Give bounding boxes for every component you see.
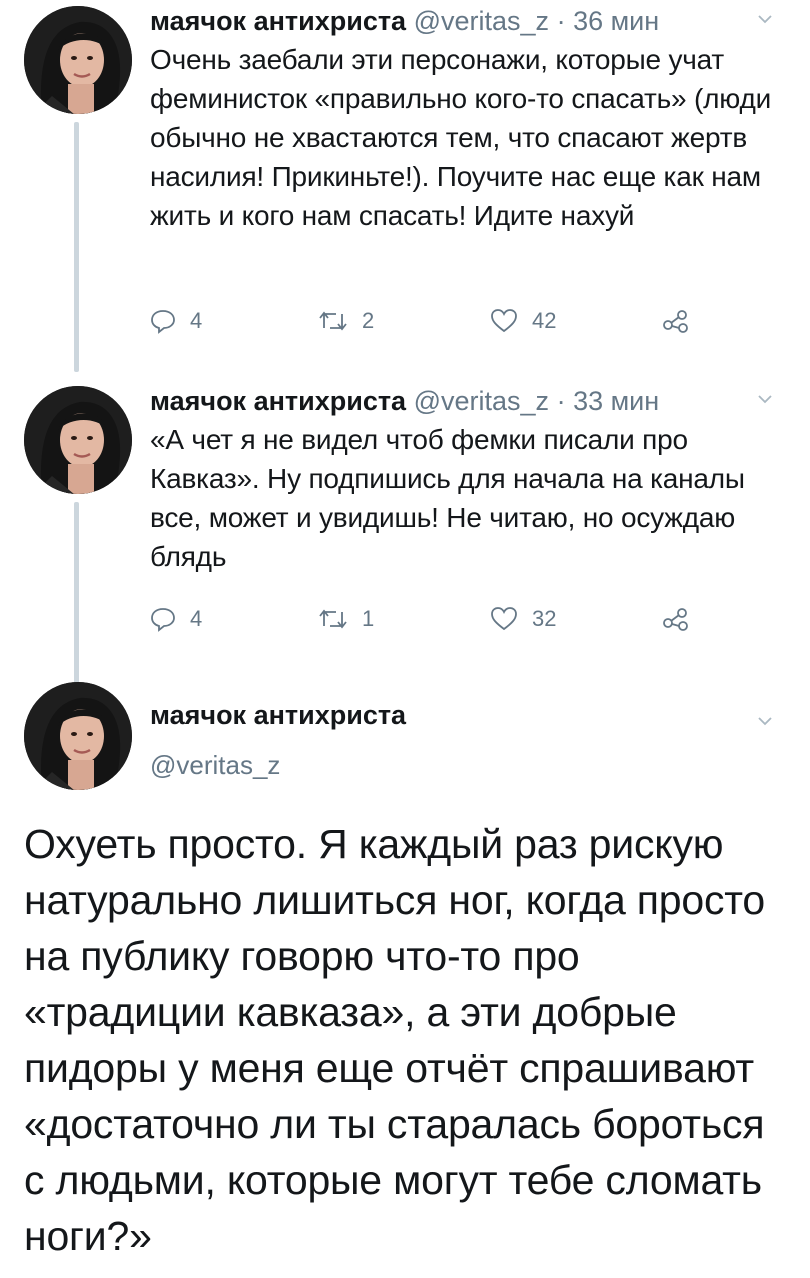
- author-name[interactable]: маячок антихриста: [150, 700, 406, 730]
- retweet-icon: [319, 609, 347, 629]
- reply-count: 4: [190, 308, 203, 333]
- tweet-text: Очень заебали эти персонажи, которые уча…: [150, 44, 772, 231]
- retweet-button[interactable]: 1: [318, 606, 374, 632]
- tweet-actions: 4 2 42: [150, 308, 710, 344]
- avatar[interactable]: [24, 682, 132, 790]
- chevron-down-icon[interactable]: [758, 714, 772, 728]
- share-icon: [663, 608, 688, 631]
- author-handle[interactable]: @veritas_z: [414, 6, 549, 36]
- like-button[interactable]: 42: [490, 308, 556, 334]
- share-icon: [663, 310, 688, 333]
- author-name[interactable]: маячок антихриста: [150, 386, 406, 416]
- tweet-header: маячок антихриста @veritas_z · 33 мин: [150, 384, 790, 418]
- separator: ·: [556, 6, 566, 36]
- thread-line: [74, 502, 79, 698]
- retweet-button[interactable]: 2: [318, 308, 374, 334]
- reply-button[interactable]: 4: [150, 606, 202, 632]
- reply-button[interactable]: 4: [150, 308, 202, 334]
- like-count: 32: [532, 606, 557, 631]
- tweet-actions: 4 1 32: [150, 606, 710, 642]
- retweet-count: 1: [362, 606, 375, 631]
- avatar[interactable]: [24, 6, 132, 114]
- avatar[interactable]: [24, 386, 132, 494]
- separator: ·: [556, 386, 566, 416]
- reply-count: 4: [190, 606, 203, 631]
- share-button[interactable]: [662, 308, 704, 334]
- main-tweet-text: Охуеть просто. Я каждый раз рискую натур…: [24, 821, 766, 1259]
- tweet-text: «А чет я не видел чтоб фемки писали про …: [150, 424, 745, 572]
- author-handle[interactable]: @veritas_z: [414, 386, 549, 416]
- author-name[interactable]: маячок антихриста: [150, 6, 406, 36]
- share-button[interactable]: [662, 606, 704, 632]
- retweet-count: 2: [362, 308, 375, 333]
- timestamp[interactable]: 33 мин: [573, 386, 659, 416]
- reply-icon: [151, 608, 175, 632]
- author-handle[interactable]: @veritas_z: [150, 750, 790, 781]
- chevron-down-icon[interactable]: [758, 12, 772, 26]
- tweet-header: маячок антихриста @veritas_z · 36 мин: [150, 4, 790, 38]
- like-button[interactable]: 32: [490, 606, 556, 632]
- like-count: 42: [532, 308, 557, 333]
- chevron-down-icon[interactable]: [758, 392, 772, 406]
- reply-icon: [151, 310, 175, 334]
- timestamp[interactable]: 36 мин: [573, 6, 659, 36]
- heart-icon: [491, 607, 517, 631]
- thread-line: [74, 122, 79, 372]
- tweet-header: маячок антихриста: [150, 698, 790, 732]
- heart-icon: [491, 309, 517, 333]
- retweet-icon: [319, 311, 347, 331]
